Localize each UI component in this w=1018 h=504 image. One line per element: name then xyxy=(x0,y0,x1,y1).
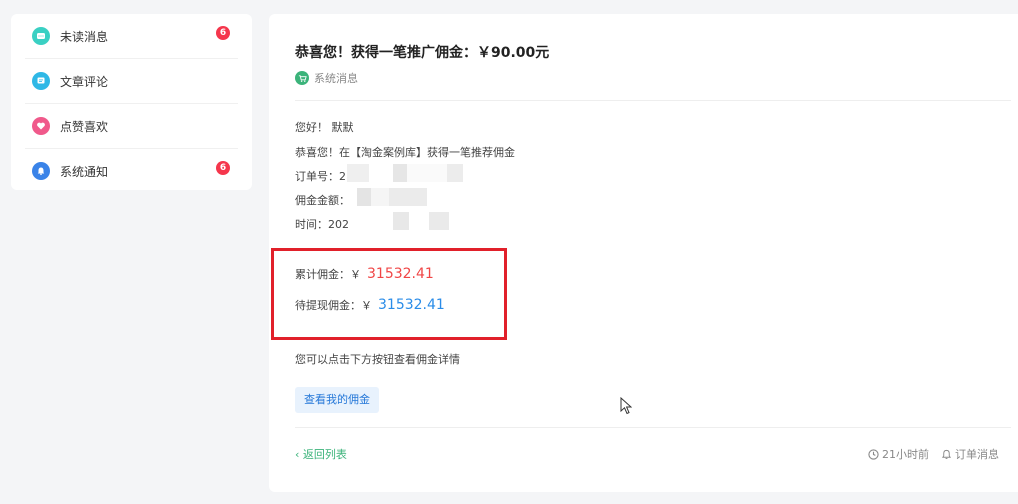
pending-commission-row: 待提现佣金：￥ 31532.41 xyxy=(295,297,445,313)
message-title: 恭喜您！获得一笔推广佣金：￥90.00元 xyxy=(295,45,550,61)
time-label: 时间：202 xyxy=(295,218,349,231)
unread-count-badge: 6 xyxy=(216,26,230,40)
hint-text: 您可以点击下方按钮查看佣金详情 xyxy=(295,353,460,366)
sidebar-item-notifications[interactable]: 系统通知 6 xyxy=(25,149,238,193)
sidebar: 未读消息 6 文章评论 点赞喜欢 系统通知 6 xyxy=(11,14,252,190)
total-commission-row: 累计佣金：￥ 31532.41 xyxy=(295,266,434,282)
bell-outline-icon xyxy=(941,449,952,459)
bell-icon xyxy=(32,162,50,180)
footer-divider xyxy=(295,427,1011,428)
message-sender: 系统消息 xyxy=(295,70,358,86)
mouse-cursor-icon xyxy=(620,397,632,415)
back-label: 返回列表 xyxy=(302,448,347,461)
sidebar-item-comments[interactable]: 文章评论 xyxy=(25,59,238,104)
redacted-mosaic xyxy=(349,212,449,230)
comment-icon xyxy=(32,72,50,90)
pending-commission-value: 31532.41 xyxy=(378,297,445,313)
message-meta: 21小时前 订单消息 xyxy=(868,446,999,462)
redacted-mosaic xyxy=(357,188,427,206)
sidebar-item-label: 系统通知 xyxy=(60,164,109,179)
view-commission-button[interactable]: 查看我的佣金 xyxy=(295,387,379,413)
clock-icon xyxy=(868,448,879,460)
sidebar-item-label: 点赞喜欢 xyxy=(60,119,109,134)
back-to-list-link[interactable]: ‹ 返回列表 xyxy=(295,446,347,462)
amount-row: 佣金金额： xyxy=(295,192,350,208)
greeting-text: 您好！ 默默 xyxy=(295,121,354,134)
redacted-mosaic xyxy=(347,164,587,182)
sender-label: 系统消息 xyxy=(314,72,358,85)
sidebar-item-likes[interactable]: 点赞喜欢 xyxy=(25,104,238,149)
order-number-label: 订单号：2 xyxy=(295,170,346,183)
amount-label: 佣金金额： xyxy=(295,194,350,207)
total-commission-value: 31532.41 xyxy=(367,266,434,282)
sidebar-item-unread[interactable]: 未读消息 6 xyxy=(25,14,238,59)
sidebar-item-label: 未读消息 xyxy=(60,29,109,44)
message-category: 订单消息 xyxy=(955,448,999,461)
header-divider xyxy=(295,100,1011,101)
order-number-row: 订单号：2 xyxy=(295,168,346,184)
highlight-box xyxy=(271,248,507,340)
time-row: 时间：202 xyxy=(295,216,349,232)
message-icon xyxy=(32,27,50,45)
message-detail-panel: 恭喜您！获得一笔推广佣金：￥90.00元 系统消息 您好！ 默默 恭喜您！在【淘… xyxy=(269,14,1018,492)
sidebar-item-label: 文章评论 xyxy=(60,74,109,89)
total-commission-label: 累计佣金：￥ xyxy=(295,268,361,281)
heart-icon xyxy=(32,117,50,135)
cart-icon xyxy=(295,71,309,85)
notification-count-badge: 6 xyxy=(216,161,230,175)
congrats-text: 恭喜您！在【淘金案例库】获得一笔推荐佣金 xyxy=(295,146,515,159)
time-ago: 21小时前 xyxy=(882,448,929,461)
chevron-left-icon: ‹ xyxy=(295,448,303,461)
pending-commission-label: 待提现佣金：￥ xyxy=(295,299,372,312)
